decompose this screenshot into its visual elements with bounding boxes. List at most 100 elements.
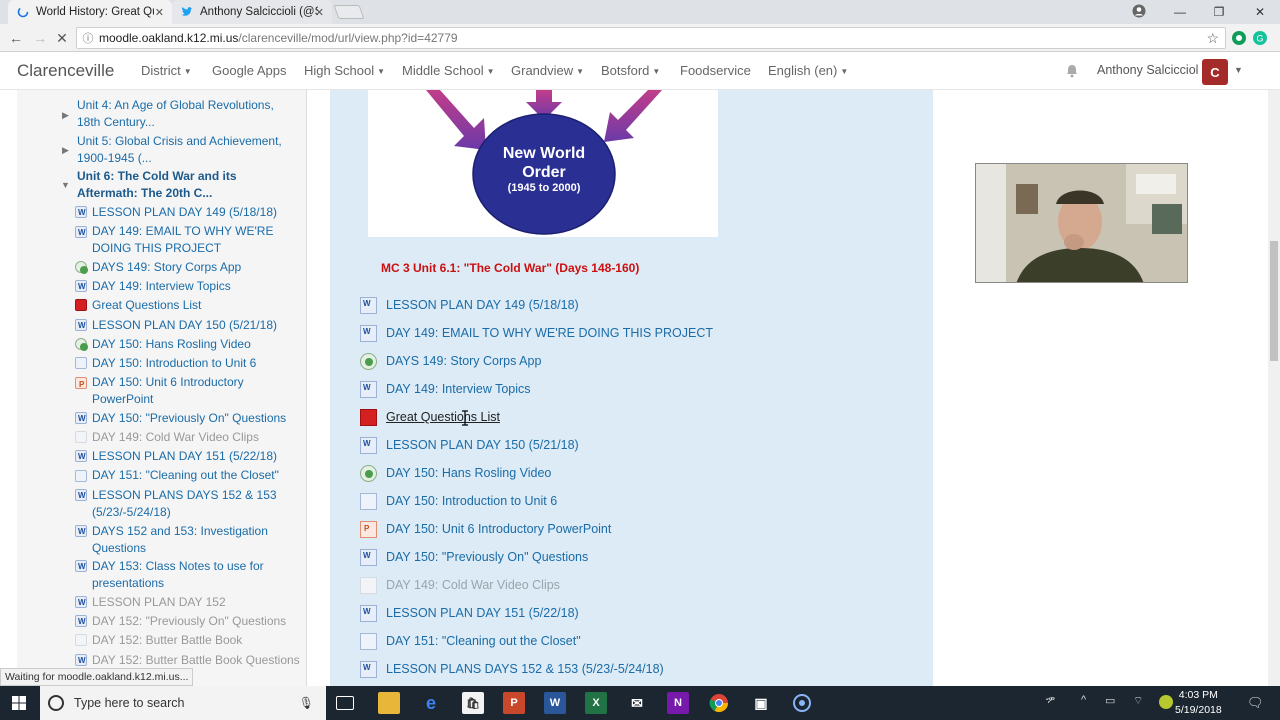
activity-link[interactable]: DAY 149: Cold War Video Clips <box>386 578 560 592</box>
window-close-icon[interactable]: ✕ <box>1240 0 1280 24</box>
taskbar-clock[interactable]: 4:03 PM 5/19/2018 <box>1175 688 1222 718</box>
avatar[interactable]: C <box>1202 59 1228 85</box>
drawer-activity[interactable]: Great Questions List <box>92 297 302 314</box>
nav-botsford[interactable]: Botsford ▼ <box>601 63 660 78</box>
close-icon[interactable]: ✕ <box>155 6 164 19</box>
activity-link[interactable]: Great Questions List <box>386 410 500 424</box>
store-icon[interactable]: 🛍 <box>462 692 484 714</box>
tab-world-history[interactable]: World History: Great Que ✕ <box>8 0 172 24</box>
activity-link[interactable]: DAY 151: "Cleaning out the Closet" <box>386 634 581 648</box>
nav-grandview[interactable]: Grandview ▼ <box>511 63 584 78</box>
drawer-activity[interactable]: LESSON PLAN DAY 149 (5/18/18) <box>92 204 302 221</box>
drawer-activity[interactable]: DAY 151: "Cleaning out the Closet" <box>92 467 302 484</box>
drawer-activity[interactable]: DAY 150: "Previously On" Questions <box>92 410 302 427</box>
drawer-activity[interactable]: DAY 150: Unit 6 Introductory PowerPoint <box>92 374 302 407</box>
battery-icon[interactable]: ▭ <box>1105 694 1115 707</box>
activity-row[interactable]: DAY 149: EMAIL TO WHY WE'RE DOING THIS P… <box>360 322 713 344</box>
chrome-app-icon[interactable] <box>708 692 730 714</box>
mail-icon[interactable]: ✉ <box>626 692 648 714</box>
status-tray-icon[interactable] <box>1159 695 1173 709</box>
excel-app-icon[interactable]: X <box>585 692 607 714</box>
drawer-activity[interactable]: DAYS 152 and 153: Investigation Question… <box>92 523 302 556</box>
wifi-icon[interactable]: ⌔ <box>1133 694 1143 708</box>
activity-link[interactable]: DAY 149: EMAIL TO WHY WE'RE DOING THIS P… <box>386 326 713 340</box>
stop-loading-icon[interactable]: ✕ <box>52 28 72 48</box>
drawer-activity[interactable]: DAY 149: Interview Topics <box>92 278 302 295</box>
drawer-activity[interactable]: DAY 149: Cold War Video Clips <box>92 429 302 446</box>
activity-row[interactable]: DAY 151: "Cleaning out the Closet" <box>360 630 581 652</box>
activity-row[interactable]: LESSON PLANS DAYS 152 & 153 (5/23/-5/24/… <box>360 658 664 680</box>
info-icon[interactable]: ⓘ <box>77 30 99 46</box>
drawer-activity[interactable]: LESSON PLAN DAY 152 <box>92 594 302 611</box>
back-icon[interactable]: ← <box>6 28 26 48</box>
bookmark-star-icon[interactable]: ☆ <box>1206 30 1219 47</box>
activity-row[interactable]: DAY 150: Unit 6 Introductory PowerPoint <box>360 518 611 540</box>
microphone-icon[interactable]: 🎙 <box>299 696 314 710</box>
nav-language[interactable]: English (en) ▼ <box>768 63 848 78</box>
section-unit-5[interactable]: Unit 5: Global Crisis and Achievement, 1… <box>77 133 287 167</box>
drawer-activity[interactable]: DAY 149: EMAIL TO WHY WE'RE DOING THIS P… <box>92 223 302 256</box>
onenote-app-icon[interactable]: N <box>667 692 689 714</box>
tray-chevron-up-icon[interactable]: ^ <box>1081 694 1086 706</box>
drawer-activity[interactable]: DAY 152: Butter Battle Book <box>92 632 302 649</box>
task-view-icon[interactable] <box>336 696 354 710</box>
nav-google-apps[interactable]: Google Apps <box>212 63 286 78</box>
people-icon[interactable]: ዏ <box>1046 694 1055 707</box>
forward-icon[interactable]: → <box>30 28 50 48</box>
drawer-activity[interactable]: DAY 152: Butter Battle Book Questions <box>92 652 302 669</box>
file-explorer-icon[interactable] <box>378 692 400 714</box>
activity-row[interactable]: DAYS 149: Story Corps App <box>360 350 541 372</box>
activity-row[interactable]: LESSON PLAN DAY 150 (5/21/18) <box>360 434 579 456</box>
word-app-icon[interactable]: W <box>544 692 566 714</box>
scrollbar-thumb[interactable] <box>1270 241 1278 361</box>
screen-recorder-icon[interactable] <box>791 692 813 714</box>
collapse-triangle-icon[interactable]: ▼ <box>61 180 70 190</box>
activity-row[interactable]: DAY 150: "Previously On" Questions <box>360 546 588 568</box>
edge-icon[interactable]: e <box>420 692 442 714</box>
address-bar[interactable]: ⓘ moodle.oakland.k12.mi.us/clarenceville… <box>76 27 1226 49</box>
nav-foodservice[interactable]: Foodservice <box>680 63 751 78</box>
drawer-activity[interactable]: DAY 150: Introduction to Unit 6 <box>92 355 302 372</box>
activity-row[interactable]: DAY 149: Cold War Video Clips <box>360 574 560 596</box>
minimize-icon[interactable]: — <box>1160 0 1200 24</box>
user-menu-caret-icon[interactable]: ▼ <box>1234 65 1243 75</box>
profile-icon[interactable] <box>1132 4 1146 18</box>
activity-link[interactable]: LESSON PLAN DAY 151 (5/22/18) <box>386 606 579 620</box>
activity-row[interactable]: DAY 150: Introduction to Unit 6 <box>360 490 557 512</box>
drawer-activity[interactable]: DAY 153: Class Notes to use for presenta… <box>92 558 302 591</box>
nav-middle-school[interactable]: Middle School ▼ <box>402 63 495 78</box>
extension-icon[interactable] <box>1231 30 1247 46</box>
nav-district[interactable]: District ▼ <box>141 63 192 78</box>
activity-link[interactable]: LESSON PLAN DAY 149 (5/18/18) <box>386 298 579 312</box>
drawer-activity[interactable]: DAY 152: "Previously On" Questions <box>92 613 302 630</box>
notifications-icon[interactable]: 🗨 <box>1247 695 1264 711</box>
new-tab-button[interactable] <box>333 5 365 19</box>
activity-row[interactable]: LESSON PLAN DAY 149 (5/18/18) <box>360 294 579 316</box>
activity-row[interactable]: Great Questions List <box>360 406 500 428</box>
activity-link[interactable]: DAY 150: "Previously On" Questions <box>386 550 588 564</box>
activity-row[interactable]: LESSON PLAN DAY 151 (5/22/18) <box>360 602 579 624</box>
drawer-activity[interactable]: LESSON PLAN DAY 151 (5/22/18) <box>92 448 302 465</box>
nav-high-school[interactable]: High School ▼ <box>304 63 385 78</box>
expand-triangle-icon[interactable]: ▶ <box>62 145 69 156</box>
section-unit-4[interactable]: Unit 4: An Age of Global Revolutions, 18… <box>77 97 287 131</box>
close-icon[interactable]: ✕ <box>315 6 324 19</box>
section-unit-6[interactable]: Unit 6: The Cold War and its Aftermath: … <box>77 168 299 202</box>
tab-twitter[interactable]: Anthony Salciccioli (@Sa ✕ <box>172 0 332 24</box>
notification-bell-icon[interactable] <box>1066 64 1078 78</box>
activity-link[interactable]: DAY 150: Hans Rosling Video <box>386 466 551 480</box>
activity-row[interactable]: DAY 150: Hans Rosling Video <box>360 462 551 484</box>
grammar-extension-icon[interactable]: G <box>1252 30 1268 46</box>
activity-link[interactable]: DAY 150: Unit 6 Introductory PowerPoint <box>386 522 611 536</box>
drawer-activity[interactable]: DAYS 149: Story Corps App <box>92 259 302 276</box>
taskbar-search-box[interactable]: Type here to search 🎙 <box>40 686 326 720</box>
drawer-activity[interactable]: LESSON PLANS DAYS 152 & 153 (5/23/-5/24/… <box>92 487 302 520</box>
site-brand[interactable]: Clarenceville <box>17 61 114 81</box>
activity-link[interactable]: LESSON PLANS DAYS 152 & 153 (5/23/-5/24/… <box>386 662 664 676</box>
powerpoint-app-icon[interactable]: P <box>503 692 525 714</box>
photos-app-icon[interactable]: ▣ <box>750 692 772 714</box>
activity-link[interactable]: DAYS 149: Story Corps App <box>386 354 541 368</box>
expand-triangle-icon[interactable]: ▶ <box>62 110 69 121</box>
windows-start-icon[interactable] <box>12 696 26 710</box>
activity-link[interactable]: DAY 149: Interview Topics <box>386 382 531 396</box>
